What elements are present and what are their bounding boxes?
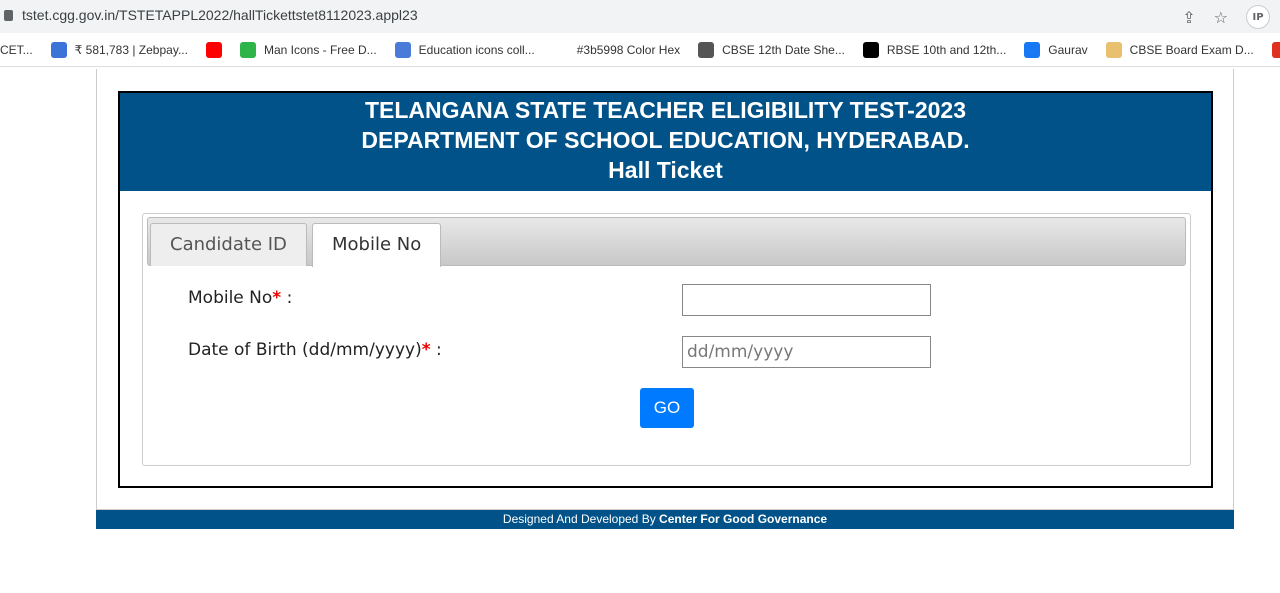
header-department: DEPARTMENT OF SCHOOL EDUCATION, HYDERABA… (361, 127, 970, 153)
bookmark-label: RBSE 10th and 12th... (886, 42, 1007, 57)
bookmark-item[interactable] (205, 41, 222, 58)
bookmark-item[interactable]: Gaurav (1024, 41, 1088, 58)
dob-input[interactable] (682, 336, 931, 368)
go-button[interactable]: GO (640, 388, 694, 428)
footer-org: Center For Good Governance (659, 512, 828, 526)
hall-ticket-box: TELANGANA STATE TEACHER ELIGIBILITY TEST… (118, 91, 1213, 488)
bookmark-label: Gaurav (1048, 42, 1088, 57)
tab-mobile-no[interactable]: Mobile No (312, 223, 442, 267)
bookmark-label: CBSE Board Exam D... (1129, 42, 1254, 57)
bookmark-favicon-icon (552, 41, 569, 58)
bookmark-label: ₹ 581,783 | Zebpay... (74, 42, 188, 57)
footer-text: Designed And Developed By (502, 512, 660, 526)
bookmark-label: CBSE 12th Date She... (722, 42, 845, 57)
mobile-input[interactable] (682, 284, 931, 316)
bookmark-item[interactable]: ₹ 581,783 | Zebpay... (50, 41, 188, 58)
bookmark-label: Man Icons - Free D... (263, 42, 377, 57)
dob-label-text: Date of Birth (dd/mm/yyyy) (188, 340, 422, 360)
url-text[interactable]: tstet.cgg.gov.in/TSTETAPPL2022/hallTicke… (22, 7, 418, 23)
tab-candidate-id[interactable]: Candidate ID (150, 223, 307, 266)
page-container: TELANGANA STATE TEACHER ELIGIBILITY TEST… (96, 69, 1234, 510)
form-panel: Candidate ID Mobile No Mobile No* : Date… (142, 213, 1191, 466)
mobile-label-text: Mobile No (188, 288, 273, 308)
dob-label: Date of Birth (dd/mm/yyyy)* : (188, 340, 442, 360)
bookmark-favicon-icon (205, 41, 222, 58)
bookmark-favicon-icon (1105, 41, 1122, 58)
bookmark-favicon-icon (698, 41, 715, 58)
required-marker: * (272, 288, 282, 308)
page-header: TELANGANA STATE TEACHER ELIGIBILITY TEST… (120, 93, 1211, 191)
footer: Designed And Developed By Center For Goo… (96, 510, 1234, 529)
bookmark-favicon-icon (50, 41, 67, 58)
bookmark-item[interactable]: Me (1271, 41, 1280, 58)
share-icon[interactable]: ⇪ (1182, 8, 1195, 27)
star-icon[interactable]: ☆ (1214, 8, 1228, 27)
required-marker: * (421, 340, 431, 360)
header-subtitle: Hall Ticket (608, 157, 723, 183)
bookmark-item[interactable]: RBSE 10th and 12th... (862, 41, 1007, 58)
bookmark-item[interactable]: Education icons coll... (394, 41, 535, 58)
header-title: TELANGANA STATE TEACHER ELIGIBILITY TEST… (364, 97, 967, 123)
bookmark-label: #3b5998 Color Hex (576, 42, 681, 57)
profile-avatar[interactable]: IP (1246, 5, 1270, 29)
lock-icon (4, 10, 13, 21)
bookmark-favicon-icon (862, 41, 879, 58)
bookmark-favicon-icon (1024, 41, 1041, 58)
bookmark-favicon-icon (1271, 41, 1280, 58)
browser-address-bar: tstet.cgg.gov.in/TSTETAPPL2022/hallTicke… (0, 0, 1280, 33)
colon: : (286, 288, 293, 308)
bookmark-item[interactable]: CBSE Board Exam D... (1105, 41, 1254, 58)
bookmark-favicon-icon (394, 41, 411, 58)
bookmark-item[interactable]: #3b5998 Color Hex (552, 41, 681, 58)
bookmarks-bar: CET... ₹ 581,783 | Zebpay... Man Icons - F… (0, 33, 1280, 67)
colon: : (436, 340, 442, 360)
bookmark-item[interactable]: CBSE 12th Date She... (698, 41, 845, 58)
bookmark-favicon-icon (239, 41, 256, 58)
tab-bar: Candidate ID Mobile No (147, 217, 1186, 267)
mobile-label: Mobile No* : (188, 288, 292, 308)
bookmark-label: Education icons coll... (418, 42, 535, 57)
bookmark-label: CET... (0, 42, 33, 57)
bookmark-item[interactable]: CET... (0, 43, 33, 57)
bookmark-item[interactable]: Man Icons - Free D... (239, 41, 377, 58)
